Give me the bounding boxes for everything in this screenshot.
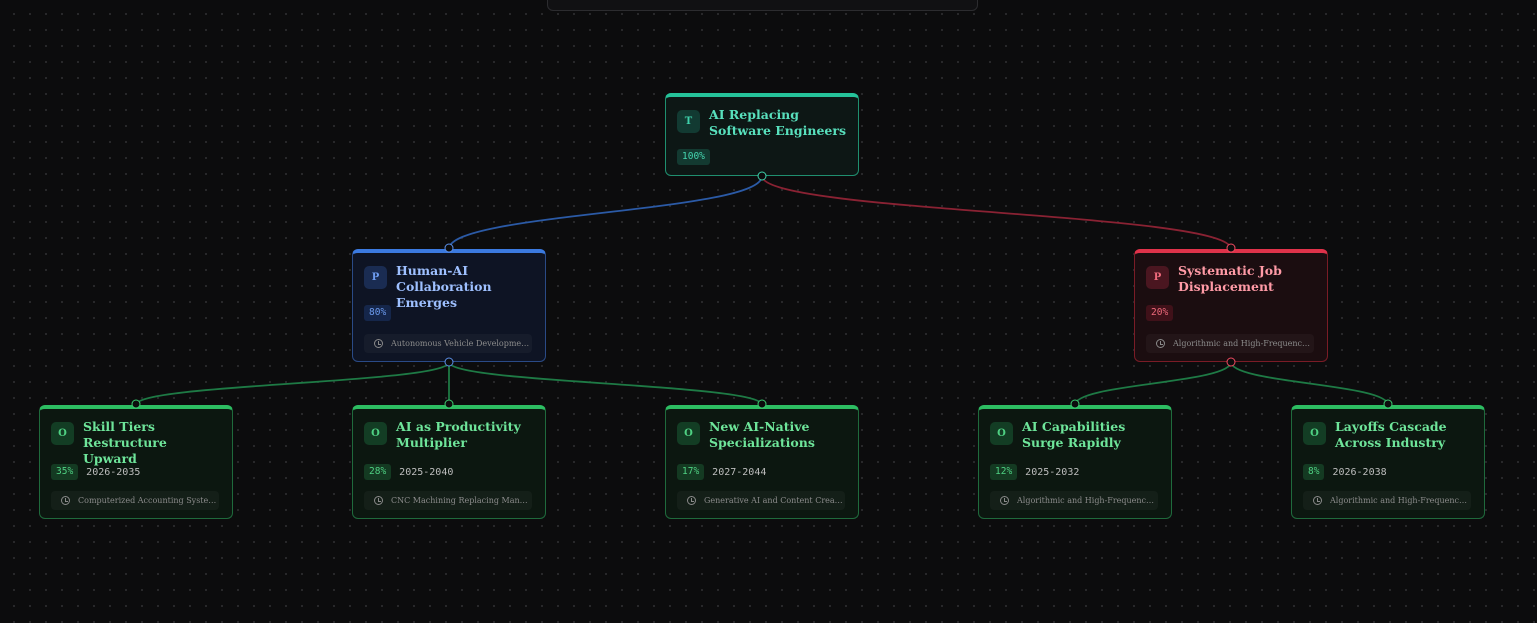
node-meta: 12% 2025-2032 (990, 464, 1079, 480)
historical-precedent[interactable]: Computerized Accounting Systems... (51, 491, 219, 510)
edge-root-displace (761, 175, 1232, 250)
node-title: Systematic Job Displacement (1178, 263, 1282, 294)
node-displace[interactable]: P Systematic Job Displacement 20% Algorithm… (1134, 249, 1328, 362)
precedent-label: Algorithmic and High-Frequency T... (1017, 496, 1158, 505)
clock-icon (61, 496, 70, 505)
edge-collab-skill (135, 361, 450, 406)
clock-icon (374, 496, 383, 505)
clock-icon (1000, 496, 1009, 505)
node-meta: 28% 2025-2040 (364, 464, 453, 480)
node-type-badge: P (364, 266, 387, 289)
edge-root-collab (448, 175, 763, 250)
probability-badge: 100% (677, 149, 710, 165)
node-root[interactable]: T AI Replacing Software Engineers 100% (665, 93, 859, 176)
node-title: AI Capabilities Surge Rapidly (1022, 419, 1126, 450)
historical-precedent[interactable]: Autonomous Vehicle Development ... (364, 334, 532, 353)
input-port[interactable] (757, 399, 767, 409)
probability-badge: 8% (1303, 464, 1325, 480)
node-native[interactable]: O New AI-Native Specializations 17% 2027-20… (665, 405, 859, 519)
node-type-badge: T (677, 110, 700, 133)
precedent-label: Computerized Accounting Systems... (78, 496, 219, 505)
node-productivity[interactable]: O AI as Productivity Multiplier 28% 2025-20… (352, 405, 546, 519)
edge-displace-surge (1074, 361, 1232, 406)
node-type-badge: O (990, 422, 1013, 445)
historical-precedent[interactable]: Algorithmic and High-Frequency T... (990, 491, 1158, 510)
edge-collab-native (448, 361, 763, 406)
node-title: New AI-Native Specializations (709, 419, 815, 450)
clock-icon (1156, 339, 1165, 348)
input-port[interactable] (1070, 399, 1080, 409)
node-layoffs[interactable]: O Layoffs Cascade Across Industry 8% 2026-2… (1291, 405, 1485, 519)
clock-icon (1313, 496, 1322, 505)
probability-badge: 35% (51, 464, 79, 480)
timeframe-label: 2025-2040 (399, 466, 454, 478)
node-type-badge: O (1303, 422, 1326, 445)
node-title: Layoffs Cascade Across Industry (1335, 419, 1447, 450)
input-port[interactable] (1383, 399, 1393, 409)
node-type-badge: O (364, 422, 387, 445)
input-port[interactable] (131, 399, 141, 409)
timeframe-label: 2027-2044 (712, 466, 767, 478)
node-type-badge: P (1146, 266, 1169, 289)
clock-icon (687, 496, 696, 505)
node-type-badge: O (51, 422, 74, 445)
input-port[interactable] (444, 243, 454, 253)
probability-badge: 80% (364, 305, 392, 321)
node-meta: 35% 2026-2035 (51, 464, 140, 480)
node-skill[interactable]: O Skill Tiers Restructure Upward 35% 2026-2… (39, 405, 233, 519)
input-port[interactable] (444, 399, 454, 409)
precedent-label: Algorithmic and High-Frequency T... (1330, 496, 1471, 505)
node-title: AI Replacing Software Engineers (709, 107, 846, 138)
probability-badge: 20% (1146, 305, 1174, 321)
node-type-badge: O (677, 422, 700, 445)
node-meta: 100% (677, 149, 710, 165)
probability-badge: 12% (990, 464, 1018, 480)
node-title: Skill Tiers Restructure Upward (83, 419, 167, 466)
output-port[interactable] (444, 357, 454, 367)
timeframe-label: 2025-2032 (1025, 466, 1080, 478)
historical-precedent[interactable]: Algorithmic and High-Frequency T... (1146, 334, 1314, 353)
clock-icon (374, 339, 383, 348)
historical-precedent[interactable]: CNC Machining Replacing Manual... (364, 491, 532, 510)
edge-displace-layoffs (1230, 361, 1389, 406)
scenario-canvas[interactable]: T AI Replacing Software Engineers 100% P Hum… (0, 0, 1537, 623)
timeframe-label: 2026-2035 (86, 466, 141, 478)
precedent-label: Algorithmic and High-Frequency T... (1173, 339, 1314, 348)
probability-badge: 17% (677, 464, 705, 480)
node-meta: 80% (364, 305, 392, 321)
output-port[interactable] (757, 171, 767, 181)
node-title: Human-AI Collaboration Emerges (396, 263, 492, 310)
precedent-label: Generative AI and Content Creatio... (704, 496, 845, 505)
precedent-label: CNC Machining Replacing Manual... (391, 496, 532, 505)
input-port[interactable] (1226, 243, 1236, 253)
node-meta: 17% 2027-2044 (677, 464, 766, 480)
historical-precedent[interactable]: Generative AI and Content Creatio... (677, 491, 845, 510)
precedent-label: Autonomous Vehicle Development ... (391, 339, 532, 348)
output-port[interactable] (1226, 357, 1236, 367)
historical-precedent[interactable]: Algorithmic and High-Frequency T... (1303, 491, 1471, 510)
probability-badge: 28% (364, 464, 392, 480)
node-surge[interactable]: O AI Capabilities Surge Rapidly 12% 2025-20… (978, 405, 1172, 519)
timeframe-label: 2026-2038 (1332, 466, 1387, 478)
node-meta: 20% (1146, 305, 1174, 321)
node-collab[interactable]: P Human-AI Collaboration Emerges 80% Autono… (352, 249, 546, 362)
node-title: AI as Productivity Multiplier (396, 419, 521, 450)
node-meta: 8% 2026-2038 (1303, 464, 1387, 480)
